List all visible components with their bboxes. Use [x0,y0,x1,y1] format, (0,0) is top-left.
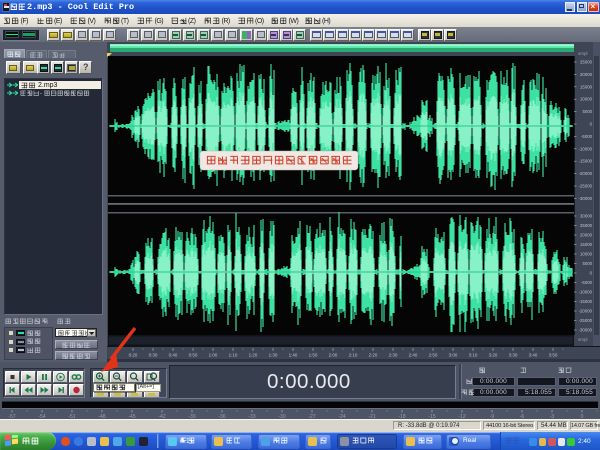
svg-text:-48: -48 [98,414,105,419]
svg-text:smpl: smpl [578,337,588,342]
svg-text:-3: -3 [550,414,555,419]
svg-text:3:30: 3:30 [509,353,518,358]
svg-text:3:10: 3:10 [469,353,478,358]
svg-text:-36: -36 [218,414,225,419]
svg-text:-24: -24 [338,414,345,419]
svg-text:-57: -57 [8,414,15,419]
svg-text:1:00: 1:00 [209,353,218,358]
svg-text:2:20: 2:20 [369,353,378,358]
svg-text:2:40: 2:40 [409,353,418,358]
svg-text:-20000: -20000 [579,309,593,314]
svg-text:-30000: -30000 [579,196,593,201]
svg-text:-25000: -25000 [579,184,593,189]
svg-text:-10000: -10000 [579,290,593,295]
svg-text:20000: 20000 [580,233,593,238]
svg-text:-20000: -20000 [579,171,593,176]
svg-text:3:50: 3:50 [549,353,558,358]
svg-text:15000: 15000 [580,84,593,89]
svg-text:15000: 15000 [580,242,593,247]
svg-text:-54: -54 [38,414,45,419]
svg-text:10000: 10000 [580,97,593,102]
svg-text:-42: -42 [158,414,165,419]
svg-text:1:20: 1:20 [249,353,258,358]
svg-text:25000: 25000 [580,223,593,228]
svg-text:-18: -18 [398,414,405,419]
svg-text:3:00: 3:00 [449,353,458,358]
svg-text:30000: 30000 [580,214,593,219]
svg-text:0:20: 0:20 [129,353,138,358]
svg-text:1:50: 1:50 [309,353,318,358]
svg-text:1:10: 1:10 [229,353,238,358]
svg-text:-21: -21 [368,414,375,419]
svg-text:20000: 20000 [580,72,593,77]
svg-text:1:40: 1:40 [289,353,298,358]
svg-text:0:40: 0:40 [169,353,178,358]
svg-text:-5000: -5000 [581,134,593,139]
svg-text:-15000: -15000 [579,299,593,304]
svg-text:-51: -51 [68,414,75,419]
svg-text:2:10: 2:10 [349,353,358,358]
svg-text:1:30: 1:30 [269,353,278,358]
svg-text:-27: -27 [308,414,315,419]
svg-text:-25000: -25000 [579,318,593,323]
svg-text:25000: 25000 [580,60,593,65]
svg-text:-15000: -15000 [579,159,593,164]
svg-text:-33: -33 [248,414,255,419]
svg-text:-30: -30 [278,414,285,419]
svg-text:3:40: 3:40 [529,353,538,358]
svg-text:-6: -6 [520,414,525,419]
svg-text:-9: -9 [490,414,495,419]
svg-text:-12: -12 [458,414,465,419]
svg-text:10000: 10000 [580,252,593,257]
svg-text:2:00: 2:00 [329,353,338,358]
svg-text:smpl: smpl [578,51,588,56]
svg-text:-5000: -5000 [581,280,593,285]
svg-text:-10000: -10000 [579,146,593,151]
svg-text:0:30: 0:30 [149,353,158,358]
svg-text:5000: 5000 [582,261,592,266]
svg-text:-39: -39 [188,414,195,419]
svg-text:-45: -45 [128,414,135,419]
svg-text:0:50: 0:50 [189,353,198,358]
svg-text:3:20: 3:20 [489,353,498,358]
svg-text:-15: -15 [428,414,435,419]
svg-text:5000: 5000 [582,109,592,114]
svg-text:2:50: 2:50 [429,353,438,358]
svg-text:0: 0 [581,414,584,419]
svg-text:2:30: 2:30 [389,353,398,358]
svg-text:-30000: -30000 [579,328,593,333]
